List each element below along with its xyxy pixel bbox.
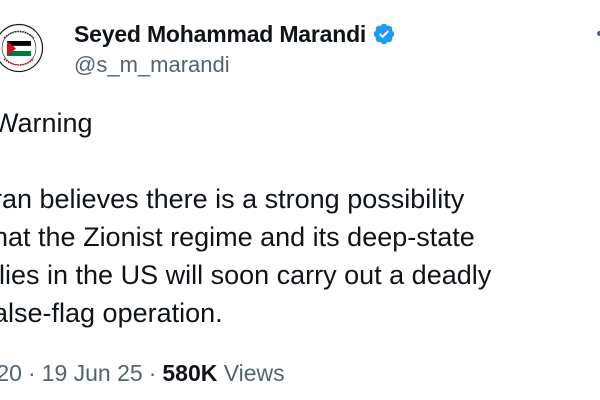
author-name-row: Seyed Mohammad Marandi <box>74 17 396 51</box>
tweet-time[interactable]: :20 <box>0 360 22 386</box>
palestine-flag-badge-icon <box>0 23 44 73</box>
verified-badge-icon[interactable] <box>372 22 396 46</box>
views-label: Views <box>223 360 285 386</box>
tweet-meta: :20·19 Jun 25·580K Views <box>0 355 285 391</box>
more-options-icon[interactable] <box>590 29 600 49</box>
author-display-name[interactable]: Seyed Mohammad Marandi <box>74 21 366 48</box>
meta-separator: · <box>148 360 157 386</box>
avatar[interactable] <box>0 23 44 73</box>
tweet-body: ran believes there is a strong possibili… <box>0 184 492 328</box>
tweet-text: Warning ran believes there is a strong p… <box>0 104 600 332</box>
views-count: 580K <box>162 360 218 386</box>
tweet-date[interactable]: 19 Jun 25 <box>42 360 143 386</box>
author-handle[interactable]: @s_m_marandi <box>74 52 230 78</box>
tweet-card: Seyed Mohammad Marandi @s_m_marandi Warn… <box>0 0 600 400</box>
tweet-heading: Warning <box>0 108 93 138</box>
meta-separator: · <box>27 360 36 386</box>
